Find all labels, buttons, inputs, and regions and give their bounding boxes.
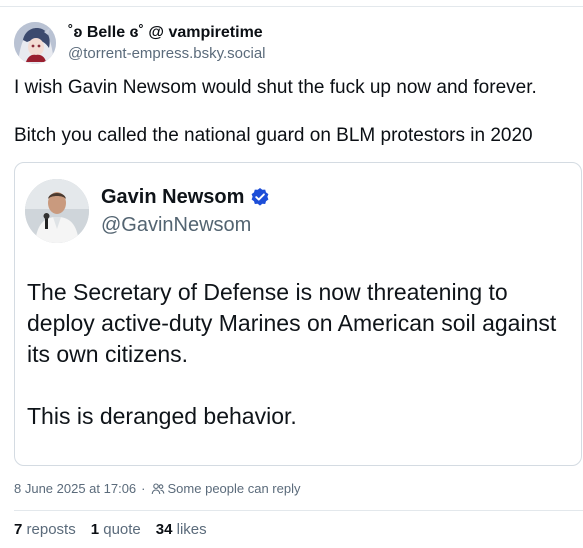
- likes-count: 34: [155, 521, 173, 538]
- quotes-stat[interactable]: 1 quote: [91, 521, 141, 538]
- quoted-post-text: The Secretary of Defense is now threaten…: [27, 277, 567, 432]
- stats-divider: [14, 510, 583, 511]
- quoted-author-avatar: [25, 179, 89, 243]
- author-avatar[interactable]: [14, 22, 56, 64]
- reply-setting[interactable]: Some people can reply: [168, 481, 301, 496]
- likes-label: likes: [176, 521, 207, 538]
- post-text-line: Bitch you called the national guard on B…: [14, 125, 533, 146]
- post-author[interactable]: ˚ʚ Belle ɞ˚ @ vampiretime @torrent-empre…: [14, 22, 266, 64]
- post-meta: 8 June 2025 at 17:06 · Some people can r…: [14, 481, 301, 496]
- verified-badge-icon: [250, 187, 270, 207]
- post-text: I wish Gavin Newsom would shut the fuck …: [14, 76, 574, 148]
- author-handle[interactable]: @torrent-empress.bsky.social: [68, 44, 266, 64]
- quotes-label: quote: [103, 521, 141, 538]
- quotes-count: 1: [90, 521, 100, 538]
- reposts-label: reposts: [26, 521, 76, 538]
- quoted-author-name: Gavin Newsom: [101, 186, 245, 208]
- quoted-post-paragraph: This is deranged behavior.: [27, 403, 297, 429]
- post-text-line: I wish Gavin Newsom would shut the fuck …: [14, 77, 537, 98]
- author-display-name[interactable]: ˚ʚ Belle ɞ˚ @ vampiretime: [68, 23, 266, 43]
- quoted-avatar-image: [25, 179, 89, 243]
- post-timestamp[interactable]: 8 June 2025 at 17:06: [14, 481, 136, 496]
- people-icon: [151, 482, 165, 496]
- likes-stat[interactable]: 34 likes: [156, 521, 207, 538]
- reposts-count: 7: [14, 521, 23, 538]
- quoted-post-paragraph: The Secretary of Defense is now threaten…: [27, 279, 557, 367]
- author-avatar-image: [14, 22, 56, 64]
- quoted-author-handle: @GavinNewsom: [101, 214, 252, 236]
- post-stats: 7 reposts 1 quote 34 likes: [14, 521, 222, 538]
- top-divider: [0, 6, 583, 7]
- reposts-stat[interactable]: 7 reposts: [14, 521, 76, 538]
- quoted-post-embed[interactable]: Gavin Newsom @GavinNewsom The Secretary …: [14, 162, 582, 466]
- meta-separator: ·: [141, 481, 146, 496]
